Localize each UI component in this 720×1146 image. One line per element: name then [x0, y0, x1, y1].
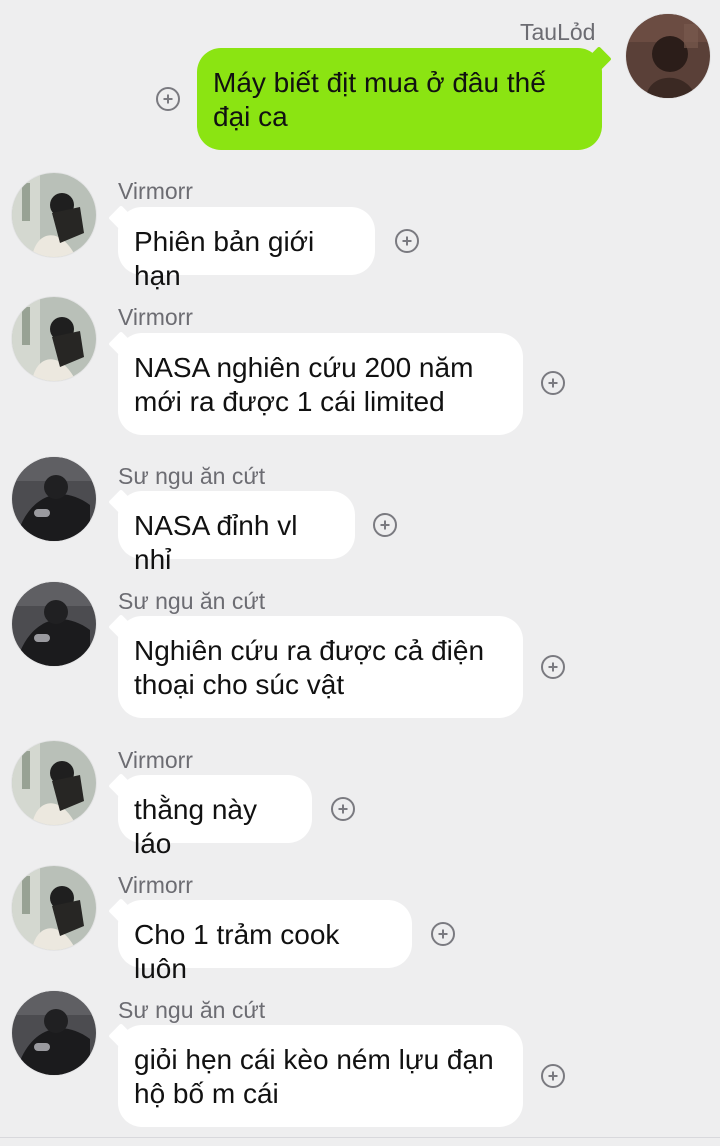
message-row-outgoing: TauLỏd Máy biết địt mua ở đâu thế đại ca — [0, 0, 720, 160]
user-avatar-tau-lod[interactable] — [626, 14, 710, 98]
message-bubble-incoming: Cho 1 trảm cook luôn — [118, 900, 412, 984]
message-bubble-incoming: Phiên bản giới hạn — [118, 207, 375, 291]
user-avatar-su-ngu-an-cut[interactable] — [12, 991, 96, 1075]
avatar-photo-icon — [12, 457, 96, 541]
add-reaction-button[interactable] — [331, 797, 355, 821]
avatar-photo-icon — [12, 991, 96, 1075]
user-avatar-virmorr[interactable] — [12, 173, 96, 257]
message-bubble-incoming: NASA nghiên cứu 200 năm mới ra được 1 cá… — [118, 333, 523, 435]
add-reaction-button[interactable] — [541, 1064, 565, 1088]
message-bubble-incoming: Nghiên cứu ra được cả điện thoại cho súc… — [118, 616, 523, 718]
message-bubble-incoming: thằng này láo — [118, 775, 312, 859]
message-text: Máy biết địt mua ở đâu thế đại ca — [213, 67, 546, 132]
message-bubble-incoming: NASA đỉnh vl nhỉ — [118, 491, 355, 575]
sender-name: TauLỏd — [520, 19, 596, 45]
plus-icon — [548, 1071, 558, 1081]
message-row-incoming: Virmorr Phiên bản giới hạn Virmorr NASA … — [0, 0, 720, 1146]
message-text: NASA nghiên cứu 200 năm mới ra được 1 cá… — [134, 352, 474, 417]
avatar-photo-icon — [626, 14, 710, 98]
message-bubble-outgoing: Máy biết địt mua ở đâu thế đại ca — [197, 48, 602, 150]
message-text: giỏi hẹn cái kèo ném lựu đạn hộ bố m cái — [134, 1044, 494, 1109]
user-avatar-virmorr[interactable] — [12, 297, 96, 381]
sender-name: Sư ngu ăn cứt — [118, 997, 266, 1023]
user-avatar-virmorr[interactable] — [12, 866, 96, 950]
avatar-photo-icon — [12, 741, 96, 825]
sender-name: Virmorr — [118, 872, 193, 898]
avatar-photo-icon — [12, 173, 96, 257]
plus-icon — [338, 804, 348, 814]
message-text: thằng này láo — [134, 794, 257, 859]
chat-thread: TauLỏd Máy biết địt mua ở đâu thế đại ca — [0, 0, 720, 1146]
message-text: Nghiên cứu ra được cả điện thoại cho súc… — [134, 635, 485, 700]
sender-name: Sư ngu ăn cứt — [118, 463, 266, 489]
add-reaction-button[interactable] — [156, 87, 180, 111]
plus-icon — [402, 236, 412, 246]
plus-icon — [438, 929, 448, 939]
message-text: Cho 1 trảm cook luôn — [134, 919, 340, 984]
bottom-divider — [0, 1137, 720, 1138]
plus-icon — [163, 94, 173, 104]
avatar-photo-icon — [12, 297, 96, 381]
add-reaction-button[interactable] — [541, 371, 565, 395]
avatar-photo-icon — [12, 582, 96, 666]
add-reaction-button[interactable] — [541, 655, 565, 679]
message-bubble-incoming: giỏi hẹn cái kèo ném lựu đạn hộ bố m cái — [118, 1025, 523, 1127]
user-avatar-virmorr[interactable] — [12, 741, 96, 825]
sender-name: Sư ngu ăn cứt — [118, 588, 266, 614]
plus-icon — [380, 520, 390, 530]
user-avatar-su-ngu-an-cut[interactable] — [12, 582, 96, 666]
plus-icon — [548, 378, 558, 388]
add-reaction-button[interactable] — [395, 229, 419, 253]
sender-name: Virmorr — [118, 747, 193, 773]
add-reaction-button[interactable] — [431, 922, 455, 946]
message-text: NASA đỉnh vl nhỉ — [134, 510, 298, 575]
avatar-photo-icon — [12, 866, 96, 950]
message-text: Phiên bản giới hạn — [134, 226, 315, 291]
add-reaction-button[interactable] — [373, 513, 397, 537]
sender-name: Virmorr — [118, 304, 193, 330]
plus-icon — [548, 662, 558, 672]
user-avatar-su-ngu-an-cut[interactable] — [12, 457, 96, 541]
sender-name: Virmorr — [118, 178, 193, 204]
